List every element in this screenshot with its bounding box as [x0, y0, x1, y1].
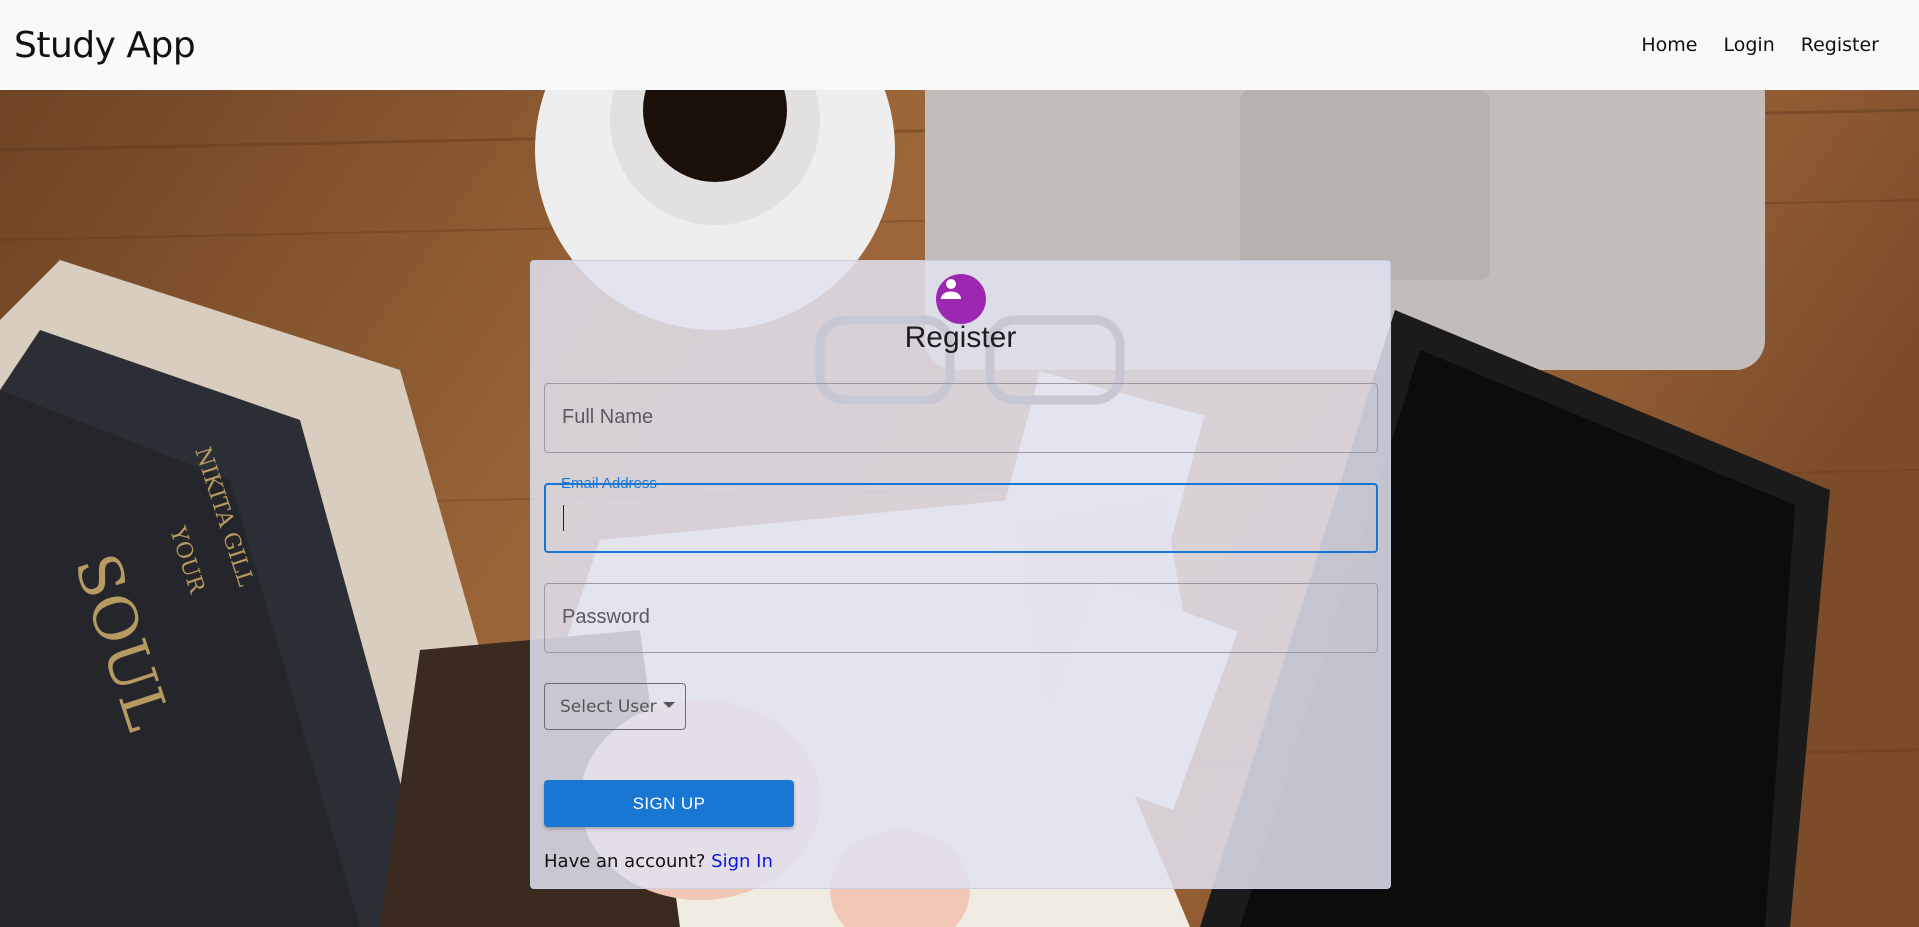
account-prompt-line: Have an account? Sign In [544, 851, 773, 872]
hero-background: SOUL YOUR NIKITA GILL Register Full Name… [0, 90, 1919, 927]
caret-down-icon [662, 701, 675, 708]
page-title: Register [904, 321, 1017, 354]
person-icon [941, 279, 961, 299]
full-name-field[interactable]: Full Name [544, 383, 1378, 453]
full-name-placeholder: Full Name [562, 406, 654, 428]
nav-links: Home Login Register [1641, 34, 1879, 56]
email-field[interactable]: Email Address [544, 475, 1378, 553]
signin-link[interactable]: Sign In [711, 851, 773, 872]
avatar [936, 274, 986, 324]
text-cursor [563, 505, 564, 531]
nav-link-login[interactable]: Login [1724, 34, 1775, 56]
brand-logo[interactable]: Study App [14, 25, 196, 66]
nav-link-home[interactable]: Home [1641, 34, 1697, 56]
select-user-label: Select User [560, 696, 657, 717]
top-navbar: Study App Home Login Register [0, 0, 1919, 90]
password-placeholder: Password [562, 606, 650, 628]
password-field[interactable]: Password [544, 583, 1378, 653]
signup-button[interactable]: SIGN UP [544, 780, 794, 827]
account-prompt: Have an account? [544, 851, 706, 872]
nav-link-register[interactable]: Register [1801, 34, 1879, 56]
select-user-dropdown[interactable]: Select User [544, 683, 686, 730]
register-card: Register Full Name Email Address Passwor… [530, 260, 1391, 889]
email-label: Email Address [561, 475, 657, 492]
